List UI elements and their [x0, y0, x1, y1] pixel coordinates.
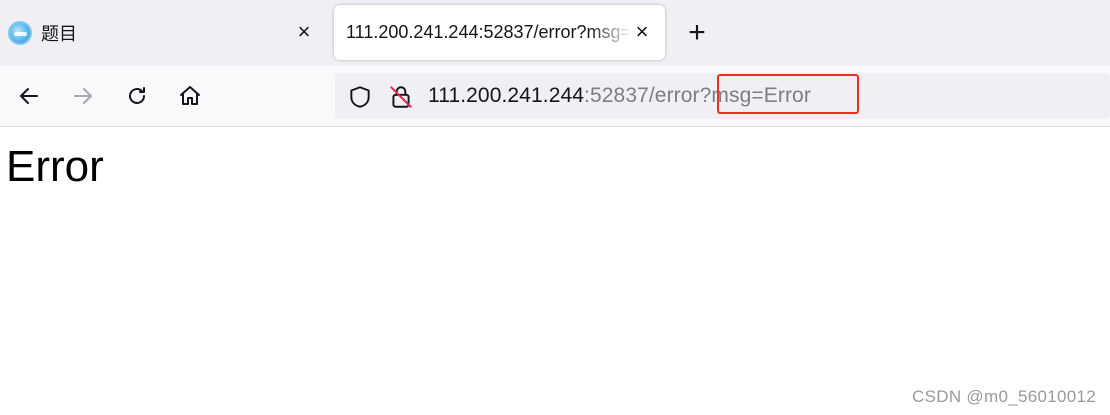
reload-icon — [129, 87, 145, 104]
insecure-lock-icon[interactable] — [388, 84, 414, 110]
tab-inactive[interactable]: 题目 × — [0, 5, 326, 60]
home-icon — [180, 86, 200, 105]
shield-icon[interactable] — [347, 84, 373, 110]
tab-active[interactable]: 111.200.241.244:52837/error?msg=Error × — [334, 5, 665, 60]
globe-favicon-icon — [8, 20, 32, 45]
forward-arrow-icon — [74, 88, 92, 104]
tab-bar: 题目 × 111.200.241.244:52837/error?msg=Err… — [0, 0, 1110, 66]
reload-button[interactable] — [123, 82, 151, 110]
page-heading: Error — [6, 142, 104, 191]
tab-title: 111.200.241.244:52837/error?msg=Error — [346, 22, 632, 42]
url-host: 111.200.241.244 — [428, 84, 585, 107]
back-button[interactable] — [15, 82, 43, 110]
navigation-toolbar: 111.200.241.244:52837/error?msg=Error — [0, 66, 1110, 127]
page-content: Error CSDN @m0_56010012 — [0, 128, 1110, 415]
tab-close-icon[interactable]: × — [631, 21, 653, 43]
tab-title: 题目 — [41, 23, 77, 44]
watermark: CSDN @m0_56010012 — [912, 387, 1096, 406]
forward-button[interactable] — [69, 82, 97, 110]
back-arrow-icon — [20, 88, 38, 104]
annotation-highlight-box — [717, 74, 859, 114]
home-button[interactable] — [176, 82, 204, 110]
new-tab-button[interactable]: + — [684, 18, 710, 48]
tab-close-icon[interactable]: × — [293, 21, 315, 43]
